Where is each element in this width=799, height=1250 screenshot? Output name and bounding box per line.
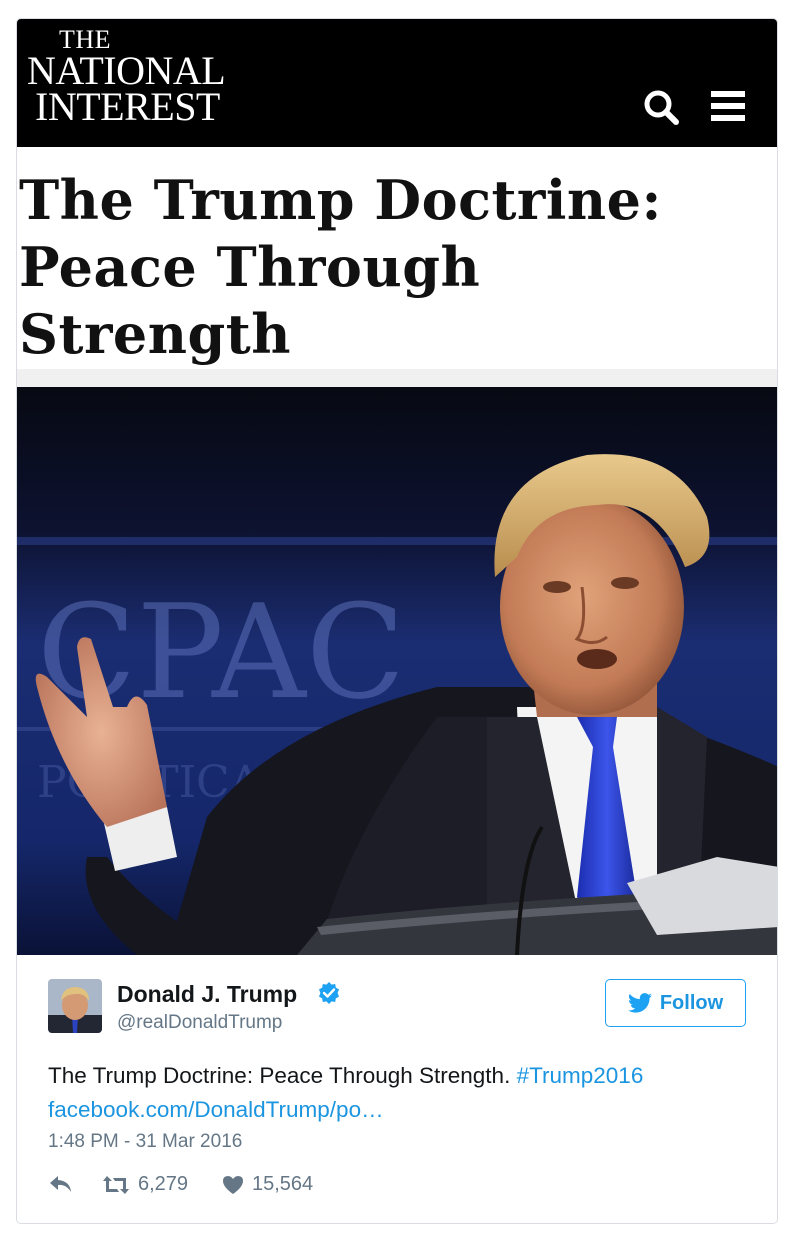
embedded-tweet-card: THE NATIONAL INTEREST The Trump Doctrine… bbox=[16, 18, 778, 1224]
reply-icon bbox=[50, 1176, 71, 1192]
tweet-text: The Trump Doctrine: Peace Through Streng… bbox=[48, 1059, 748, 1127]
author-handle[interactable]: @realDonaldTrump bbox=[117, 1012, 282, 1034]
avatar[interactable] bbox=[48, 979, 102, 1033]
tweet: Donald J. Trump @realDonaldTrump Follow … bbox=[17, 955, 777, 1223]
verified-badge-icon bbox=[317, 981, 341, 1005]
twitter-bird-icon bbox=[627, 993, 652, 1013]
tweet-body: The Trump Doctrine: Peace Through Streng… bbox=[48, 1063, 511, 1088]
retweet-count: 6,279 bbox=[138, 1173, 189, 1195]
site-masthead: THE NATIONAL INTEREST bbox=[17, 19, 777, 147]
tweet-timestamp[interactable]: 1:48 PM - 31 Mar 2016 bbox=[48, 1131, 242, 1153]
article-header: The Trump Doctrine: Peace Through Streng… bbox=[17, 147, 777, 369]
reply-button[interactable] bbox=[48, 1173, 74, 1195]
like-button[interactable]: 15,564 bbox=[222, 1173, 313, 1196]
hashtag-link[interactable]: #Trump2016 bbox=[517, 1063, 644, 1088]
logo-line-3: INTEREST bbox=[35, 84, 220, 129]
divider bbox=[17, 369, 777, 387]
retweet-button[interactable]: 6,279 bbox=[102, 1173, 188, 1196]
tweet-actions: 6,279 15,564 bbox=[48, 1173, 448, 1199]
search-icon[interactable] bbox=[639, 85, 683, 129]
retweet-icon bbox=[103, 1175, 129, 1194]
article-headline[interactable]: The Trump Doctrine: Peace Through Streng… bbox=[19, 167, 759, 368]
article-photo[interactable]: CPAC POLITICAL bbox=[17, 387, 777, 955]
heart-icon bbox=[223, 1175, 243, 1194]
author-name[interactable]: Donald J. Trump bbox=[117, 981, 297, 1008]
external-link[interactable]: facebook.com/DonaldTrump/po… bbox=[48, 1097, 384, 1122]
hamburger-menu-icon[interactable] bbox=[707, 85, 751, 129]
follow-button[interactable]: Follow bbox=[605, 979, 746, 1027]
follow-label: Follow bbox=[659, 991, 724, 1014]
like-count: 15,564 bbox=[252, 1173, 314, 1195]
